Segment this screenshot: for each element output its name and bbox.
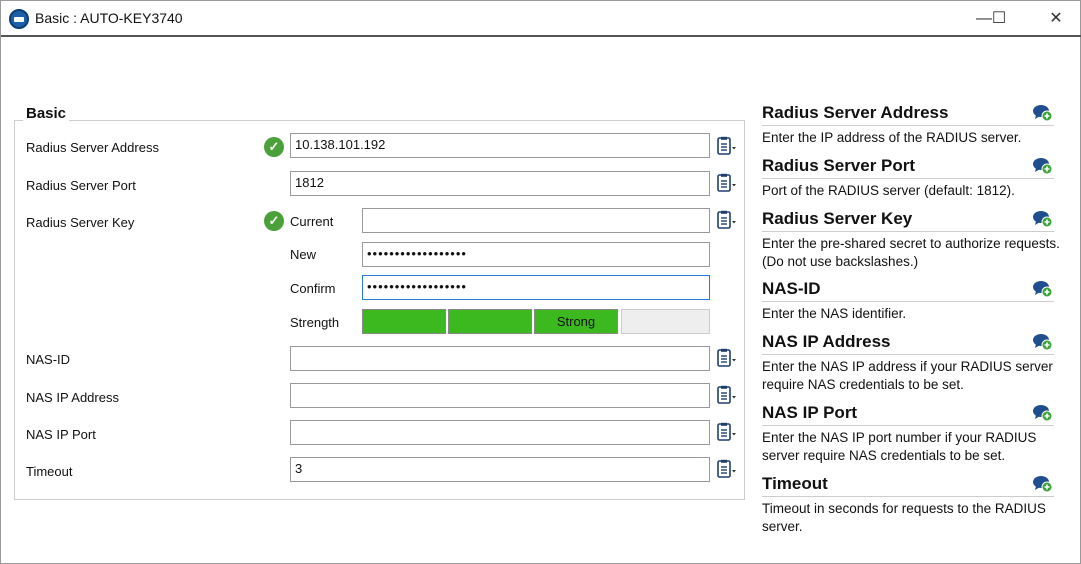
clipboard-menu-icon[interactable] (716, 422, 738, 442)
add-comment-icon[interactable] (1033, 404, 1053, 422)
help-text: Enter the NAS IP address if your RADIUS … (762, 359, 1053, 392)
window-title: Basic : AUTO-KEY3740 (35, 10, 183, 26)
add-comment-icon[interactable] (1033, 333, 1053, 351)
clipboard-menu-icon[interactable] (716, 385, 738, 405)
current-label: Current (290, 214, 334, 229)
strength-label: Strength (290, 315, 340, 330)
maximize-button[interactable]: ☐ (979, 5, 1019, 33)
nas-id-label: NAS-ID (26, 352, 71, 367)
strength-segment-empty (621, 309, 710, 334)
help-title: Radius Server Key (762, 209, 1054, 232)
radius-server-port-label: Radius Server Port (26, 178, 136, 193)
add-comment-icon[interactable] (1033, 280, 1053, 298)
timeout-input[interactable]: 3 (290, 457, 710, 482)
help-title: NAS IP Address (762, 332, 1054, 355)
radius-server-key-label: Radius Server Key (26, 215, 135, 230)
help-text: Enter the pre-shared secret to authorize… (762, 236, 1060, 269)
clipboard-menu-icon[interactable] (716, 348, 738, 368)
confirm-key-input[interactable]: •••••••••••••••••• (362, 275, 710, 300)
radius-server-address-label: Radius Server Address (26, 140, 159, 155)
help-text: Enter the NAS IP port number if your RAD… (762, 430, 1037, 463)
confirm-label: Confirm (290, 281, 336, 296)
nas-ip-address-label: NAS IP Address (26, 390, 119, 405)
clipboard-menu-icon[interactable] (716, 459, 738, 479)
nas-ip-port-input[interactable] (290, 420, 710, 445)
strength-segment: Strong (534, 309, 618, 334)
valid-check-icon: ✓ (264, 211, 284, 231)
new-label: New (290, 247, 317, 262)
clipboard-menu-icon[interactable] (716, 210, 738, 230)
close-button[interactable]: ✕ (1036, 5, 1076, 33)
nas-ip-port-label: NAS IP Port (26, 427, 96, 442)
help-text: Timeout in seconds for requests to the R… (762, 501, 1046, 534)
strength-segment (362, 309, 446, 334)
help-text: Port of the RADIUS server (default: 1812… (762, 183, 1015, 198)
add-comment-icon[interactable] (1033, 475, 1053, 493)
strength-segment (448, 309, 532, 334)
help-text: Enter the IP address of the RADIUS serve… (762, 130, 1022, 145)
radius-server-address-input[interactable]: 10.138.101.192 (290, 133, 710, 158)
group-title: Basic (23, 105, 70, 122)
clipboard-menu-icon[interactable] (716, 173, 738, 193)
radius-server-port-input[interactable]: 1812 (290, 171, 710, 196)
clipboard-menu-icon[interactable] (716, 136, 738, 156)
help-title: Timeout (762, 474, 1054, 497)
nas-ip-address-input[interactable] (290, 383, 710, 408)
help-text: Enter the NAS identifier. (762, 306, 907, 321)
add-comment-icon[interactable] (1033, 210, 1053, 228)
help-title: NAS IP Port (762, 403, 1054, 426)
help-title: Radius Server Port (762, 156, 1054, 179)
nas-id-input[interactable] (290, 346, 710, 371)
new-key-input[interactable]: •••••••••••••••••• (362, 242, 710, 267)
app-icon (9, 9, 29, 29)
help-title: NAS-ID (762, 279, 1054, 302)
valid-check-icon: ✓ (264, 137, 284, 157)
timeout-label: Timeout (26, 464, 73, 479)
help-title: Radius Server Address (762, 103, 1054, 126)
add-comment-icon[interactable] (1033, 104, 1053, 122)
current-key-input[interactable] (362, 208, 710, 233)
add-comment-icon[interactable] (1033, 157, 1053, 175)
title-bar: Basic : AUTO-KEY3740 — ☐ ✕ (1, 1, 1081, 37)
